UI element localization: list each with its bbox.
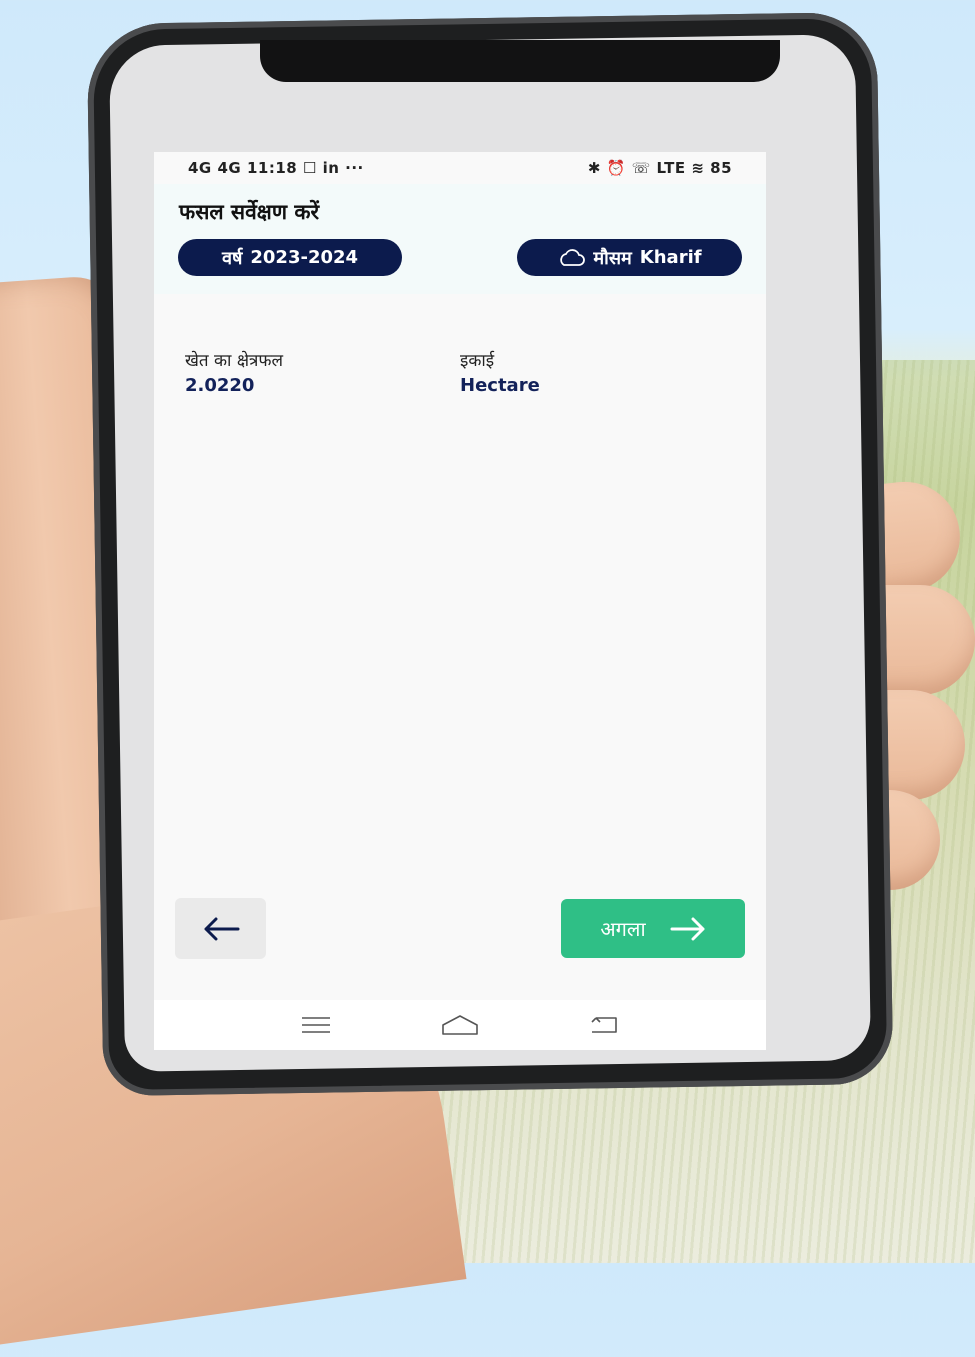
arrow-left-icon <box>204 917 239 940</box>
nav-home-button[interactable] <box>440 1010 480 1040</box>
season-value: Kharif <box>639 247 702 268</box>
unit-value: Hectare <box>460 375 540 396</box>
page-title: फसल सर्वेक्षण करें <box>179 199 320 224</box>
year-value: 2023-2024 <box>250 247 359 268</box>
area-value: 2.0220 <box>185 375 255 396</box>
season-selector[interactable]: मौसम Kharif <box>517 239 742 276</box>
status-bar: 4G 4G 11:18 ☐ in ··· ✱ ⏰ ☏ LTE ≋ 85 <box>154 152 766 184</box>
phone-notch <box>260 40 780 82</box>
back-button[interactable] <box>175 898 266 959</box>
field-unit: इकाई Hectare <box>460 348 540 396</box>
year-label: वर्ष <box>221 247 243 269</box>
return-icon <box>591 1017 617 1033</box>
system-nav-bar <box>154 1000 766 1050</box>
survey-header: फसल सर्वेक्षण करें वर्ष 2023-2024 मौसम K… <box>154 184 766 294</box>
arrow-right-icon <box>670 917 705 940</box>
next-button[interactable]: अगला <box>561 899 745 958</box>
cloud-icon <box>560 248 586 266</box>
field-area: खेत का क्षेत्रफल 2.0220 <box>185 348 283 396</box>
season-label: मौसम <box>593 247 632 269</box>
area-label: खेत का क्षेत्रफल <box>185 351 284 371</box>
home-icon <box>442 1015 478 1035</box>
next-label: अगला <box>600 917 646 941</box>
nav-menu-button[interactable] <box>296 1010 336 1040</box>
status-right: ✱ ⏰ ☏ LTE ≋ 85 <box>587 159 732 177</box>
menu-icon <box>302 1017 330 1033</box>
app-screen: 4G 4G 11:18 ☐ in ··· ✱ ⏰ ☏ LTE ≋ 85 फसल … <box>154 152 766 1050</box>
nav-back-button[interactable] <box>584 1010 624 1040</box>
unit-label: इकाई <box>460 351 495 371</box>
status-left: 4G 4G 11:18 ☐ in ··· <box>188 159 364 177</box>
year-selector[interactable]: वर्ष 2023-2024 <box>178 239 402 276</box>
